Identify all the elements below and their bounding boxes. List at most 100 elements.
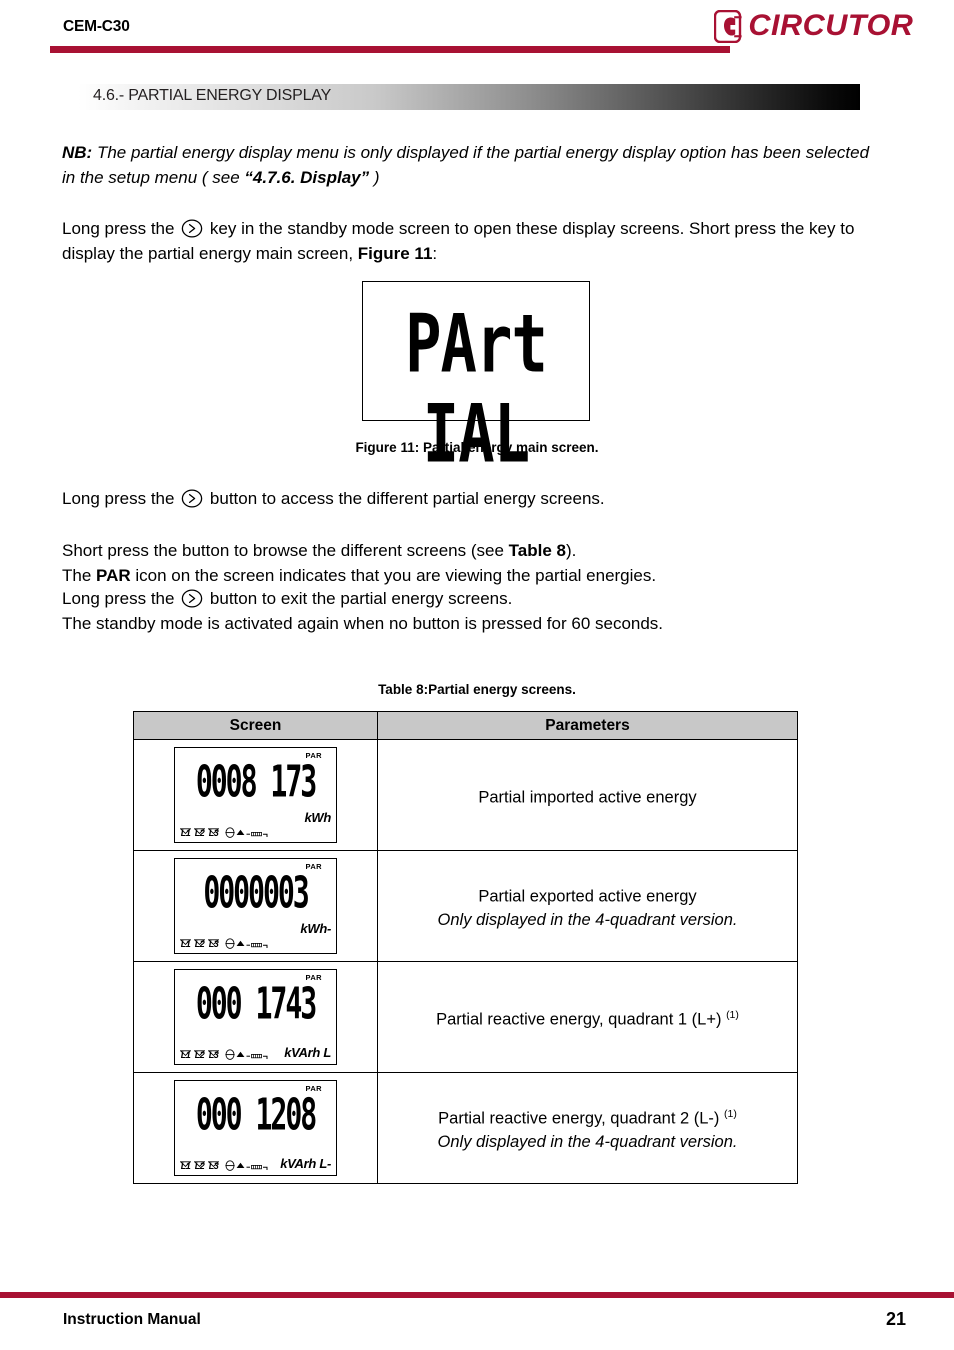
lcd-indicator-bar: L1 L2 L3 kWh <box>179 810 332 838</box>
table-row: PAR 000 1743 L1 L2 L3 kVArh L Partial re… <box>133 961 798 1073</box>
figure-11-caption: Figure 11: Partial energy main screen. <box>355 440 599 455</box>
phase-label: L1 <box>180 1050 191 1060</box>
phase-indicator-l2: L2 <box>193 1044 206 1060</box>
para3-text-a: Short press the button to browse the dif… <box>62 541 509 560</box>
para3-text-b: ). <box>566 541 577 560</box>
right-key-icon <box>181 589 203 608</box>
note-text-1: The partial energy display menu is only … <box>62 143 870 187</box>
para4-line-1: Long press the button to exit the partia… <box>62 586 874 611</box>
para3-par-icon-ref: PAR <box>96 566 131 585</box>
phase-indicator-l2: L2 <box>193 933 206 949</box>
para4-line-2: The standby mode is activated again when… <box>62 614 664 633</box>
phase-indicator-l1: L1 <box>179 1155 192 1171</box>
document-title: CEM-C30 <box>63 18 130 35</box>
lcd-screen: PAR 0008 173 L1 L2 L3 kWh <box>174 747 337 843</box>
phase-label: L2 <box>194 1161 205 1171</box>
triangle-up-icon <box>236 1159 245 1169</box>
table-row: PAR 0008 173 L1 L2 L3 kWh Partial import… <box>133 739 798 851</box>
parameter-text: Partial reactive energy, quadrant 1 (L+) <box>436 1010 722 1029</box>
lcd-symbol-group <box>225 936 268 949</box>
table-8-caption: Table 8:Partial energy screens. <box>378 682 576 697</box>
phase-label: L1 <box>180 1161 191 1171</box>
footnote-marker: (1) <box>724 1107 737 1120</box>
lcd-indicator-bar: L1 L2 L3 kVArh L <box>179 1034 332 1060</box>
section-title-bar: 4.6.- PARTIAL ENERGY DISPLAY <box>78 84 860 110</box>
section-title: 4.6.- PARTIAL ENERGY DISPLAY <box>93 87 332 104</box>
phase-label: L3 <box>208 828 219 838</box>
table-header-row: Screen Parameters <box>133 711 798 740</box>
lcd-unit-label: kWh <box>304 810 331 825</box>
parameter-description: Partial exported active energy <box>378 880 797 909</box>
lcd-unit-label: kVArh L <box>284 1045 331 1060</box>
right-key-icon <box>181 489 203 508</box>
header-rule <box>50 46 730 53</box>
parameters-cell: Partial exported active energy Only disp… <box>377 850 798 962</box>
lcd-symbol-group <box>225 1158 268 1171</box>
phase-indicator-l3: L3 <box>207 1155 220 1171</box>
footer-rule <box>0 1292 954 1298</box>
phase-label: L1 <box>180 828 191 838</box>
lcd-screen: PAR 000 1743 L1 L2 L3 kVArh L <box>174 969 337 1065</box>
table-8-partial-energy-screens: Screen Parameters PAR 0008 173 L1 L2 L3 <box>133 711 798 1184</box>
para1-text-c: : <box>432 244 438 263</box>
column-header-screen: Screen <box>133 711 378 740</box>
parameters-cell: Partial reactive energy, quadrant 1 (L+)… <box>377 961 798 1073</box>
footer-document-label: Instruction Manual <box>63 1311 201 1328</box>
right-key-icon <box>181 219 203 238</box>
parameter-subnote: Only displayed in the 4-quadrant version… <box>437 1133 738 1152</box>
phase-label: L3 <box>208 939 219 949</box>
screen-cell: PAR 000 1208 L1 L2 L3 kVArh L- <box>133 1072 378 1184</box>
lcd-indicator-bar: L1 L2 L3 kVArh L- <box>179 1145 332 1171</box>
phase-indicators: L1 L2 L3 <box>179 933 220 949</box>
circle-dash-icon <box>225 1047 235 1060</box>
circle-dash-icon <box>225 1158 235 1171</box>
para1-text-a: Long press the <box>62 219 180 238</box>
para3-line-1: Short press the button to browse the dif… <box>62 538 874 563</box>
phase-indicator-l3: L3 <box>207 933 220 949</box>
phase-indicator-l1: L1 <box>179 1044 192 1060</box>
circutor-logo: CIRCUTOR <box>714 8 913 44</box>
bargraph-icon <box>246 827 268 837</box>
phase-label: L1 <box>180 939 191 949</box>
parameter-description: Partial reactive energy, quadrant 1 (L+)… <box>378 1003 797 1032</box>
lcd-digits: 000 1743 <box>195 979 317 1031</box>
note-reference: “4.7.6. Display” <box>244 168 370 187</box>
para4-text-b: button to exit the partial energy screen… <box>205 589 513 608</box>
para2-text-a: Long press the <box>62 489 180 508</box>
lcd-indicator-bar: L1 L2 L3 kWh- <box>179 921 332 949</box>
lcd-unit-label: kWh- <box>300 921 331 936</box>
circle-dash-icon <box>225 936 235 949</box>
page-header: CEM-C30 CIRCUTOR <box>0 0 954 62</box>
phase-label: L3 <box>208 1161 219 1171</box>
bargraph-icon <box>246 938 268 948</box>
triangle-up-icon <box>236 1048 245 1058</box>
table-body: PAR 0008 173 L1 L2 L3 kWh Partial import… <box>133 739 798 1184</box>
lcd-screen: PAR 0000003 L1 L2 L3 kWh- <box>174 858 337 954</box>
phase-indicator-l1: L1 <box>179 822 192 838</box>
note-block: NB: The partial energy display menu is o… <box>62 140 874 190</box>
paragraph-access-screens: Long press the button to access the diff… <box>62 486 874 511</box>
parameter-description: Partial imported active energy <box>378 781 797 810</box>
column-header-parameters: Parameters <box>377 711 798 740</box>
bargraph-icon <box>246 1049 268 1059</box>
parameter-subnote: Only displayed in the 4-quadrant version… <box>437 911 738 930</box>
lcd-digits: 0008 173 <box>195 757 317 809</box>
bargraph-icon <box>246 1160 268 1170</box>
circutor-logo-mark-icon <box>714 9 744 43</box>
table-head: Screen Parameters <box>133 711 798 740</box>
para2-text-b: button to access the different partial e… <box>205 489 605 508</box>
lcd-unit-label: kVArh L- <box>280 1156 331 1171</box>
phase-label: L2 <box>194 828 205 838</box>
figure-11-lcd-screen: PArt IAL <box>362 281 590 479</box>
phase-indicator-l3: L3 <box>207 1044 220 1060</box>
phase-indicator-l3: L3 <box>207 822 220 838</box>
lcd-screen: PAR 000 1208 L1 L2 L3 kVArh L- <box>174 1080 337 1176</box>
lcd-digits: 000 1208 <box>195 1090 317 1142</box>
note-label: NB: <box>62 143 93 162</box>
screen-cell: PAR 0000003 L1 L2 L3 kWh- <box>133 850 378 962</box>
table-row: PAR 0000003 L1 L2 L3 kWh- Partial export… <box>133 850 798 962</box>
parameters-cell: Partial imported active energy <box>377 739 798 851</box>
lcd-symbol-group <box>225 825 268 838</box>
phase-label: L3 <box>208 1050 219 1060</box>
phase-indicator-l1: L1 <box>179 933 192 949</box>
